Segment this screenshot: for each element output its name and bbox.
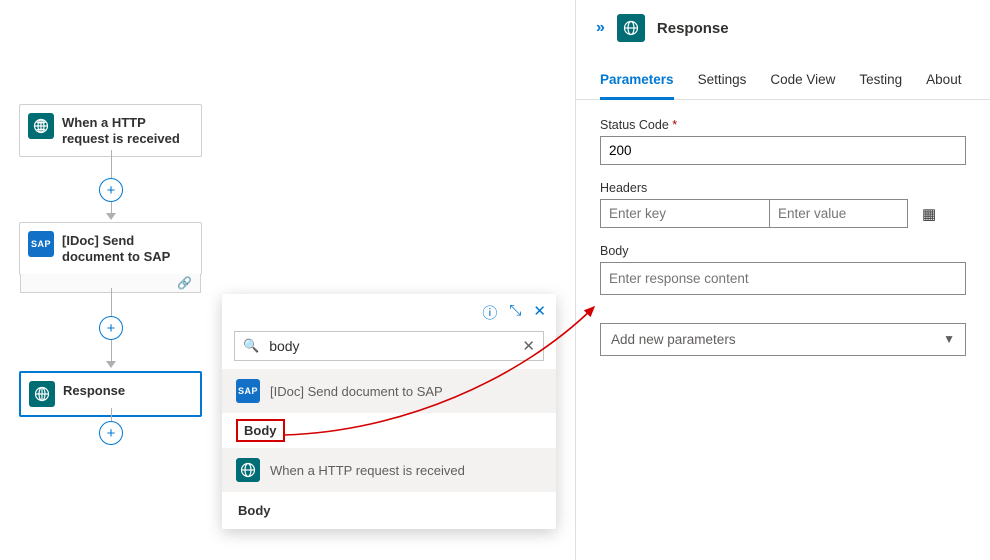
status-code-label: Status Code * bbox=[600, 118, 966, 132]
http-trigger-icon bbox=[236, 458, 260, 482]
response-icon bbox=[29, 381, 55, 407]
headers-label: Headers bbox=[600, 181, 966, 195]
expand-icon[interactable]: ⤡ bbox=[509, 302, 521, 323]
workflow-canvas: When a HTTP request is received + SAP [I… bbox=[0, 0, 575, 560]
headers-grid-icon[interactable]: ▦ bbox=[922, 205, 936, 223]
arrow-down-icon bbox=[106, 213, 116, 220]
add-params-label: Add new parameters bbox=[611, 332, 736, 347]
sap-icon: SAP bbox=[236, 379, 260, 403]
workflow-node-http-trigger[interactable]: When a HTTP request is received bbox=[19, 104, 202, 157]
body-label: Body bbox=[600, 244, 966, 258]
chevron-down-icon: ▼ bbox=[943, 332, 955, 347]
node-label: [IDoc] Send document to SAP bbox=[62, 231, 193, 266]
http-trigger-icon bbox=[28, 113, 54, 139]
collapse-panel-icon[interactable]: » bbox=[596, 19, 605, 37]
response-icon bbox=[617, 14, 645, 42]
info-icon[interactable]: ⓘ bbox=[482, 302, 497, 323]
node-label: When a HTTP request is received bbox=[62, 113, 193, 148]
add-step-button[interactable]: + bbox=[99, 421, 123, 445]
body-input[interactable] bbox=[600, 262, 966, 295]
tab-about[interactable]: About bbox=[926, 64, 961, 100]
link-icon: 🔗 bbox=[177, 276, 192, 290]
search-icon: 🔍 bbox=[243, 338, 259, 354]
picker-group-title: [IDoc] Send document to SAP bbox=[270, 384, 443, 399]
tab-settings[interactable]: Settings bbox=[698, 64, 747, 100]
add-step-button[interactable]: + bbox=[99, 178, 123, 202]
dynamic-content-picker: ⓘ ⤡ ✕ 🔍 ✕ SAP [IDoc] Send document to SA… bbox=[222, 294, 556, 529]
header-key-input[interactable] bbox=[600, 199, 770, 228]
picker-item-body-sap[interactable]: Body bbox=[234, 417, 287, 444]
node-label: Response bbox=[63, 381, 125, 399]
parameters-form: Status Code * Headers ▦ Body Add new par… bbox=[576, 100, 990, 374]
sap-icon: SAP bbox=[28, 231, 54, 257]
tab-testing[interactable]: Testing bbox=[859, 64, 902, 100]
workflow-node-sap-idoc[interactable]: SAP [IDoc] Send document to SAP 🔗 bbox=[19, 222, 202, 275]
action-config-panel: » Response Parameters Settings Code View… bbox=[575, 0, 990, 560]
clear-search-icon[interactable]: ✕ bbox=[522, 337, 535, 355]
picker-group-title: When a HTTP request is received bbox=[270, 463, 465, 478]
arrow-down-icon bbox=[106, 361, 116, 368]
add-new-parameters-dropdown[interactable]: Add new parameters ▼ bbox=[600, 323, 966, 356]
picker-item-body-http[interactable]: Body bbox=[222, 492, 556, 529]
panel-title: Response bbox=[657, 20, 729, 37]
tab-code-view[interactable]: Code View bbox=[770, 64, 835, 100]
add-step-button[interactable]: + bbox=[99, 316, 123, 340]
close-icon[interactable]: ✕ bbox=[533, 302, 546, 323]
picker-search-input[interactable] bbox=[267, 337, 514, 355]
picker-group-http[interactable]: When a HTTP request is received bbox=[222, 448, 556, 492]
status-code-input[interactable] bbox=[600, 136, 966, 165]
panel-tabs: Parameters Settings Code View Testing Ab… bbox=[576, 64, 990, 100]
picker-search-box[interactable]: 🔍 ✕ bbox=[234, 331, 544, 361]
picker-group-sap[interactable]: SAP [IDoc] Send document to SAP bbox=[222, 369, 556, 413]
tab-parameters[interactable]: Parameters bbox=[600, 64, 674, 100]
header-value-input[interactable] bbox=[770, 199, 908, 228]
